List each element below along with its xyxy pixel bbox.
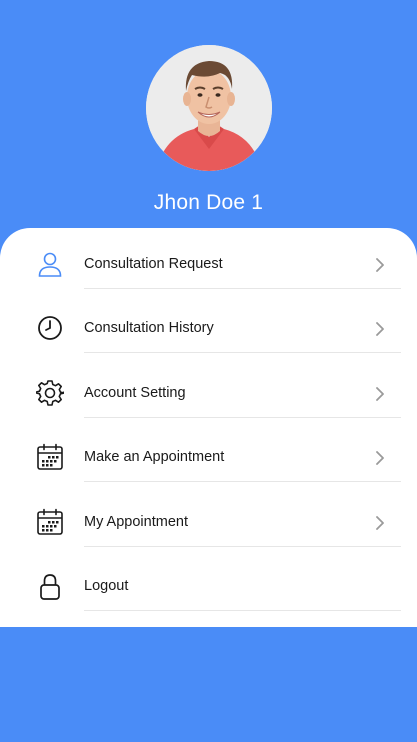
menu-item-label: Logout: [84, 578, 129, 594]
clock-icon: [36, 314, 64, 342]
menu-item-my-appointment[interactable]: My Appointment: [0, 486, 417, 550]
calendar-icon: [36, 443, 64, 471]
user-name: Jhon Doe 1: [153, 191, 264, 214]
profile-header: Jhon Doe 1: [0, 0, 417, 240]
divider: [84, 288, 401, 289]
calendar-icon: [36, 508, 64, 536]
divider: [84, 546, 401, 547]
divider: [84, 417, 401, 418]
chevron-right-icon: [372, 321, 388, 337]
menu-item-consultation-request[interactable]: Consultation Request: [0, 228, 417, 292]
menu-item-label: Make an Appointment: [84, 449, 225, 465]
chevron-right-icon: [372, 386, 388, 402]
menu-card: Consultation Request Consultation Histor…: [0, 228, 417, 627]
chevron-right-icon: [372, 515, 388, 531]
menu-item-make-appointment[interactable]: Make an Appointment: [0, 421, 417, 485]
menu-item-consultation-history[interactable]: Consultation History: [0, 292, 417, 356]
chevron-right-icon: [372, 450, 388, 466]
chevron-right-icon: [372, 257, 388, 273]
lock-icon: [36, 572, 64, 600]
menu-item-account-setting[interactable]: Account Setting: [0, 357, 417, 421]
divider: [84, 352, 401, 353]
menu-item-label: Consultation Request: [84, 256, 223, 272]
menu-item-label: Consultation History: [84, 320, 214, 336]
menu-item-label: My Appointment: [84, 514, 188, 530]
divider: [84, 481, 401, 482]
menu-item-label: Account Setting: [84, 385, 186, 401]
menu-item-logout[interactable]: Logout: [0, 550, 417, 614]
avatar[interactable]: [146, 45, 272, 171]
user-icon: [36, 250, 64, 278]
avatar-photo: [146, 45, 272, 171]
divider: [84, 610, 401, 611]
gear-icon: [36, 379, 64, 407]
